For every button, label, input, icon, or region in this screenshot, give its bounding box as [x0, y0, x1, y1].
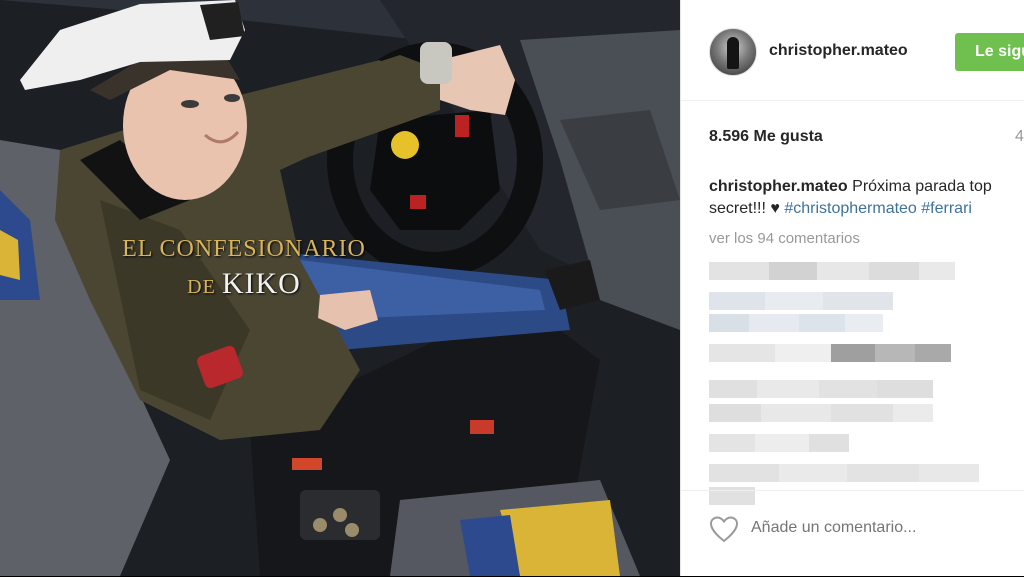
watermark-line1: EL CONFESIONARIO [122, 236, 366, 262]
post-header: christopher.mateo Le sigue [681, 0, 1024, 101]
post-photo[interactable]: EL CONFESIONARIO DE KIKO [0, 0, 680, 576]
caption-text-line1: Próxima parada top [852, 178, 992, 195]
avatar[interactable] [709, 28, 757, 76]
comment-bar [681, 490, 1024, 577]
view-all-comments-link[interactable]: ver los 94 comentarios [709, 230, 860, 247]
header-username[interactable]: christopher.mateo [769, 42, 908, 60]
blurred-comment [709, 262, 955, 280]
hashtag-christophermateo[interactable]: #christophermateo [784, 200, 917, 217]
blurred-comment [709, 464, 1024, 505]
post-time[interactable]: 4 [1015, 128, 1024, 146]
caption: christopher.mateo Próxima parada top sec… [709, 176, 1024, 220]
follow-button[interactable]: Le sigue [955, 33, 1024, 71]
watermark-line2: DE KIKO [104, 267, 384, 301]
blurred-comment [709, 434, 849, 452]
blurred-comment [709, 292, 893, 310]
caption-text-line2: secret!!! [709, 200, 771, 217]
like-heart-icon[interactable] [709, 515, 739, 543]
likes-count[interactable]: 8.596 Me gusta [709, 128, 823, 146]
blurred-comment [709, 344, 951, 362]
add-comment-input[interactable] [751, 519, 1011, 537]
blurred-comment [709, 404, 933, 422]
caption-heart: ♥ [770, 200, 780, 217]
blurred-comment [709, 380, 933, 398]
watermark: EL CONFESIONARIO DE KIKO [104, 236, 384, 301]
blurred-comment [709, 314, 883, 332]
avatar-figure [727, 37, 739, 69]
hashtag-ferrari[interactable]: #ferrari [921, 200, 972, 217]
post-sidebar: christopher.mateo Le sigue 8.596 Me gust… [680, 0, 1024, 576]
watermark-kiko: KIKO [221, 267, 301, 300]
caption-username[interactable]: christopher.mateo [709, 178, 848, 195]
watermark-de: DE [187, 276, 216, 298]
